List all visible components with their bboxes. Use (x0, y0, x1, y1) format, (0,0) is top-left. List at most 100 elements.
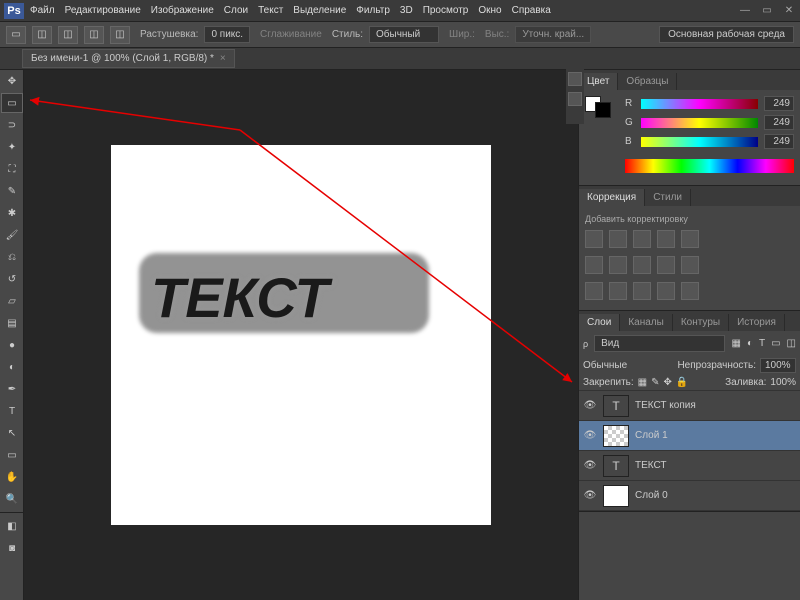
text-tool[interactable]: T (1, 401, 23, 421)
hue-ramp[interactable] (625, 159, 794, 173)
quickmask-icon[interactable]: ◙ (1, 538, 23, 558)
tab-layers[interactable]: Слои (579, 314, 620, 331)
crop-tool[interactable]: ⛶ (1, 159, 23, 179)
opacity-input[interactable]: 100% (760, 358, 796, 373)
adj-vibrance-icon[interactable] (681, 230, 699, 248)
filter-smart-icon[interactable]: ◫ (787, 338, 796, 349)
layer-row[interactable]: 👁 T ТЕКСТ (579, 451, 800, 481)
tab-history[interactable]: История (729, 314, 785, 331)
style-select[interactable]: Обычный (369, 26, 439, 43)
wand-tool[interactable]: ✦ (1, 137, 23, 157)
menu-help[interactable]: Справка (512, 5, 551, 16)
layer-row[interactable]: 👁 T ТЕКСТ копия (579, 391, 800, 421)
menu-text[interactable]: Текст (258, 5, 283, 16)
adj-lookup-icon[interactable] (681, 256, 699, 274)
marquee-sub-icon[interactable]: ◫ (84, 26, 104, 44)
menu-file[interactable]: Файл (30, 5, 55, 16)
r-slider[interactable] (641, 99, 758, 109)
visibility-icon[interactable]: 👁 (583, 429, 597, 443)
menu-layers[interactable]: Слои (224, 5, 248, 16)
b-slider[interactable] (641, 137, 758, 147)
visibility-icon[interactable]: 👁 (583, 459, 597, 473)
adj-poster-icon[interactable] (609, 282, 627, 300)
menu-view[interactable]: Просмотр (423, 5, 469, 16)
path-tool[interactable]: ↖ (1, 423, 23, 443)
adj-curves-icon[interactable] (633, 230, 651, 248)
lock-trans-icon[interactable]: ▦ (638, 377, 647, 388)
blur-tool[interactable]: ● (1, 335, 23, 355)
adj-invert-icon[interactable] (585, 282, 603, 300)
tab-corrections[interactable]: Коррекция (579, 189, 645, 206)
tool-preset-icon[interactable]: ▭ (6, 26, 26, 44)
adj-brightness-icon[interactable] (585, 230, 603, 248)
document-tab[interactable]: Без имени-1 @ 100% (Слой 1, RGB/8) * × (22, 49, 235, 68)
tab-color[interactable]: Цвет (579, 73, 618, 90)
marquee-add-icon[interactable]: ◫ (58, 26, 78, 44)
marquee-int-icon[interactable]: ◫ (110, 26, 130, 44)
tab-channels[interactable]: Каналы (620, 314, 673, 331)
lock-all-icon[interactable]: 🔒 (676, 377, 688, 388)
feather-input[interactable]: 0 пикс. (204, 26, 250, 43)
tab-styles[interactable]: Стили (645, 189, 691, 206)
layer-name[interactable]: Слой 0 (635, 490, 668, 501)
lock-pixel-icon[interactable]: ✎ (651, 377, 659, 388)
g-value[interactable]: 249 (764, 115, 794, 130)
filter-shape-icon[interactable]: ▭ (771, 338, 780, 349)
visibility-icon[interactable]: 👁 (583, 489, 597, 503)
layer-row[interactable]: 👁 Слой 0 (579, 481, 800, 511)
shape-tool[interactable]: ▭ (1, 445, 23, 465)
document-canvas[interactable]: ТЕКСТ (111, 145, 491, 525)
layer-name[interactable]: ТЕКСТ копия (635, 400, 696, 411)
lasso-tool[interactable]: ⊃ (1, 115, 23, 135)
g-slider[interactable] (641, 118, 758, 128)
minimize-icon[interactable]: — (738, 5, 752, 16)
close-icon[interactable]: ✕ (782, 5, 796, 16)
adj-exposure-icon[interactable] (657, 230, 675, 248)
menu-3d[interactable]: 3D (400, 5, 413, 16)
adj-photo-icon[interactable] (633, 256, 651, 274)
lock-pos-icon[interactable]: ✥ (664, 377, 672, 388)
adj-mixer-icon[interactable] (657, 256, 675, 274)
history-icon[interactable] (568, 72, 582, 86)
menu-select[interactable]: Выделение (293, 5, 346, 16)
adj-gradient-icon[interactable] (657, 282, 675, 300)
history-brush-tool[interactable]: ↺ (1, 269, 23, 289)
tab-close-icon[interactable]: × (220, 53, 226, 64)
filter-text-icon[interactable]: T (759, 338, 765, 349)
eraser-tool[interactable]: ▱ (1, 291, 23, 311)
workspace-select[interactable]: Основная рабочая среда (659, 26, 794, 43)
layer-name[interactable]: ТЕКСТ (635, 460, 667, 471)
filter-adj-icon[interactable]: ◐ (747, 338, 753, 349)
marquee-tool[interactable]: ▭ (1, 93, 23, 113)
adj-threshold-icon[interactable] (633, 282, 651, 300)
tab-paths[interactable]: Контуры (673, 314, 729, 331)
r-value[interactable]: 249 (764, 96, 794, 111)
zoom-tool[interactable]: 🔍 (1, 489, 23, 509)
canvas-area[interactable]: ТЕКСТ (24, 70, 578, 600)
filter-kind-select[interactable]: Вид (594, 335, 725, 352)
menu-edit[interactable]: Редактирование (65, 5, 141, 16)
hand-tool[interactable]: ✋ (1, 467, 23, 487)
blend-mode-select[interactable]: Обычные (583, 360, 673, 371)
fg-bg-swatch[interactable]: ◧ (1, 516, 23, 536)
marquee-new-icon[interactable]: ◫ (32, 26, 52, 44)
maximize-icon[interactable]: ▭ (760, 5, 774, 16)
menu-filter[interactable]: Фильтр (356, 5, 390, 16)
adj-levels-icon[interactable] (609, 230, 627, 248)
gradient-tool[interactable]: ▤ (1, 313, 23, 333)
adj-bw-icon[interactable] (609, 256, 627, 274)
eyedropper-tool[interactable]: ✎ (1, 181, 23, 201)
menu-image[interactable]: Изображение (151, 5, 214, 16)
fill-input[interactable]: 100% (770, 377, 796, 388)
menu-window[interactable]: Окно (478, 5, 501, 16)
adj-hue-icon[interactable] (585, 256, 603, 274)
layer-name[interactable]: Слой 1 (635, 430, 668, 441)
adj-selective-icon[interactable] (681, 282, 699, 300)
stamp-tool[interactable]: ⎌ (1, 247, 23, 267)
bg-swatch[interactable] (595, 102, 611, 118)
move-tool[interactable]: ✥ (1, 71, 23, 91)
properties-icon[interactable] (568, 92, 582, 106)
pen-tool[interactable]: ✒ (1, 379, 23, 399)
dodge-tool[interactable]: ◐ (1, 357, 23, 377)
filter-pixel-icon[interactable]: ▦ (731, 338, 740, 349)
